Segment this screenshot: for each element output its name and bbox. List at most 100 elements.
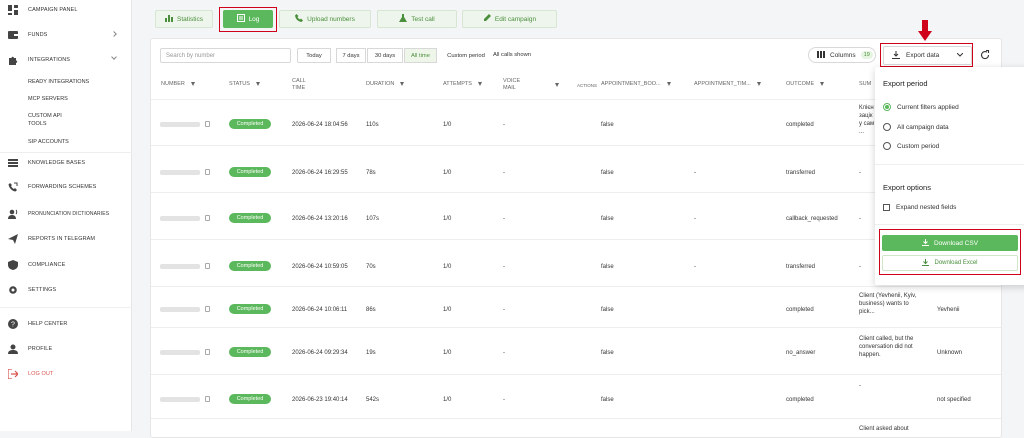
- appointment-booked-cell: false: [601, 216, 614, 222]
- tab-label: Edit campaign: [494, 15, 537, 23]
- refresh-icon[interactable]: [980, 50, 990, 60]
- masked-phone-number: [160, 170, 200, 175]
- tab-statistics[interactable]: Statistics: [155, 10, 213, 28]
- outcome-cell: completed: [786, 122, 814, 128]
- summary-cell: -: [859, 264, 861, 270]
- status-badge: Completed: [229, 119, 271, 129]
- sidebar-item-label: Compliance: [28, 262, 66, 268]
- call-time-cell: 2026-06-23 19:40:14: [292, 397, 348, 403]
- col-header-summary[interactable]: Sum: [859, 81, 871, 88]
- expand-nested-checkbox[interactable]: Expand nested fields: [883, 204, 956, 211]
- masked-phone-number: [160, 307, 200, 312]
- chevron-right-icon: [111, 31, 117, 37]
- copy-icon[interactable]: [205, 396, 210, 402]
- copy-icon[interactable]: [205, 215, 210, 221]
- filter-7-days[interactable]: 7 days: [336, 48, 366, 63]
- sidebar-subitem-mcp-servers[interactable]: MCP Servers: [28, 95, 68, 103]
- copy-icon[interactable]: [205, 349, 210, 355]
- export-option-current-filters[interactable]: Current filters applied: [883, 103, 959, 111]
- filter-icon: [666, 81, 671, 86]
- filter-all-time[interactable]: All time: [404, 48, 437, 63]
- download-csv-button[interactable]: Download CSV: [882, 235, 1018, 251]
- outcome-cell: no_answer: [786, 350, 816, 356]
- export-dropdown: Export period Current filters applied Al…: [875, 67, 1024, 285]
- tab-test-call[interactable]: Test call: [377, 10, 457, 28]
- appointment-time-cell: -: [694, 170, 696, 176]
- outcome-cell: callback_requested: [786, 216, 838, 222]
- radio-icon: [883, 142, 891, 150]
- col-header-number[interactable]: Number: [161, 81, 195, 88]
- col-header-appointment-booked[interactable]: Appointment_boo...: [601, 81, 671, 88]
- send-icon: [8, 234, 18, 244]
- call-time-cell: 2026-06-24 13:20:16: [292, 216, 348, 222]
- chevron-down-icon: [956, 52, 964, 59]
- sidebar-item-settings[interactable]: Settings: [0, 280, 132, 300]
- export-option-custom-period[interactable]: Custom period: [883, 142, 939, 150]
- download-icon: [892, 50, 900, 61]
- outcome-cell: completed: [786, 397, 814, 403]
- user-icon: [8, 344, 18, 354]
- appointment-booked-cell: false: [601, 307, 614, 313]
- download-excel-button[interactable]: Download Excel: [882, 255, 1018, 271]
- tab-edit-campaign[interactable]: Edit campaign: [462, 10, 557, 28]
- wallet-icon: [8, 30, 18, 40]
- radio-selected-icon: [883, 103, 891, 111]
- duration-cell: 78s: [366, 170, 376, 176]
- col-header-voicemail[interactable]: Voice Mail: [503, 78, 520, 92]
- sidebar-item-label: Knowledge Bases: [28, 160, 86, 166]
- sidebar-item-logout[interactable]: Log out: [0, 364, 132, 384]
- copy-icon[interactable]: [205, 306, 210, 312]
- sidebar: Campaign Panel Funds Integrations Ready …: [0, 0, 132, 431]
- sidebar-subitem-custom-api[interactable]: Custom API Tools: [28, 112, 62, 128]
- columns-button[interactable]: Columns 19: [808, 47, 876, 63]
- arrow-down-icon: [918, 20, 932, 41]
- sidebar-item-compliance[interactable]: Compliance: [0, 255, 132, 275]
- button-label: Download CSV: [933, 239, 979, 247]
- download-icon: [922, 258, 930, 268]
- duration-cell: 110s: [366, 122, 379, 128]
- filter-30-days[interactable]: 30 days: [367, 48, 403, 63]
- summary-cell: Client called, but the conversation did …: [859, 336, 914, 358]
- logout-icon: [8, 369, 18, 379]
- col-header-appointment-time[interactable]: Appointment_tim...: [694, 81, 761, 88]
- sidebar-item-knowledge-bases[interactable]: Knowledge Bases: [0, 153, 132, 173]
- filter-custom-period[interactable]: Custom period: [442, 48, 490, 63]
- col-header-outcome[interactable]: Outcome: [786, 81, 825, 88]
- appointment-booked-cell: false: [601, 397, 614, 403]
- export-data-button[interactable]: Export data: [883, 46, 972, 65]
- sidebar-item-profile[interactable]: Profile: [0, 339, 132, 359]
- masked-phone-number: [160, 350, 200, 355]
- copy-icon[interactable]: [205, 263, 210, 269]
- sidebar-item-funds[interactable]: Funds: [0, 25, 132, 45]
- sidebar-item-reports-telegram[interactable]: Reports in Telegram: [0, 229, 132, 249]
- sidebar-item-forwarding-schemes[interactable]: Forwarding Schemes: [0, 177, 132, 197]
- sidebar-item-campaign-panel[interactable]: Campaign Panel: [0, 0, 132, 20]
- copy-icon[interactable]: [205, 121, 210, 127]
- appointment-booked-cell: false: [601, 122, 614, 128]
- columns-count-badge: 19: [860, 51, 873, 59]
- col-header-duration[interactable]: Duration: [366, 81, 405, 88]
- sidebar-subitem-ready-integrations[interactable]: Ready Integrations: [28, 78, 89, 86]
- export-option-all-data[interactable]: All campaign data: [883, 123, 949, 131]
- col-header-status[interactable]: Status: [229, 81, 260, 88]
- tab-label: Statistics: [176, 15, 203, 23]
- divider: [151, 99, 1001, 100]
- col-header-attempts[interactable]: Attempts: [443, 81, 482, 88]
- sidebar-item-label: Log out: [28, 371, 54, 377]
- filter-icon: [756, 81, 761, 86]
- col-header-call-time[interactable]: Call Time: [292, 78, 306, 92]
- phone-forward-icon: [8, 182, 18, 192]
- voicemail-cell: -: [503, 216, 505, 222]
- sidebar-item-integrations[interactable]: Integrations: [0, 50, 132, 70]
- copy-icon[interactable]: [205, 169, 210, 175]
- call-time-cell: 2026-06-24 09:29:34: [292, 350, 348, 356]
- tab-upload-numbers[interactable]: Upload numbers: [279, 10, 371, 28]
- divider: [151, 374, 1001, 375]
- sidebar-item-help-center[interactable]: ? Help Center: [0, 314, 132, 334]
- filter-icon[interactable]: [555, 83, 559, 87]
- search-input[interactable]: Search by number: [160, 48, 291, 63]
- sidebar-item-pronunciation-dictionaries[interactable]: Pronunciation Dictionaries: [0, 204, 132, 224]
- filter-today[interactable]: Today: [297, 48, 331, 63]
- sidebar-subitem-sip-accounts[interactable]: SIP Accounts: [28, 138, 69, 146]
- tab-log[interactable]: Log: [223, 10, 273, 28]
